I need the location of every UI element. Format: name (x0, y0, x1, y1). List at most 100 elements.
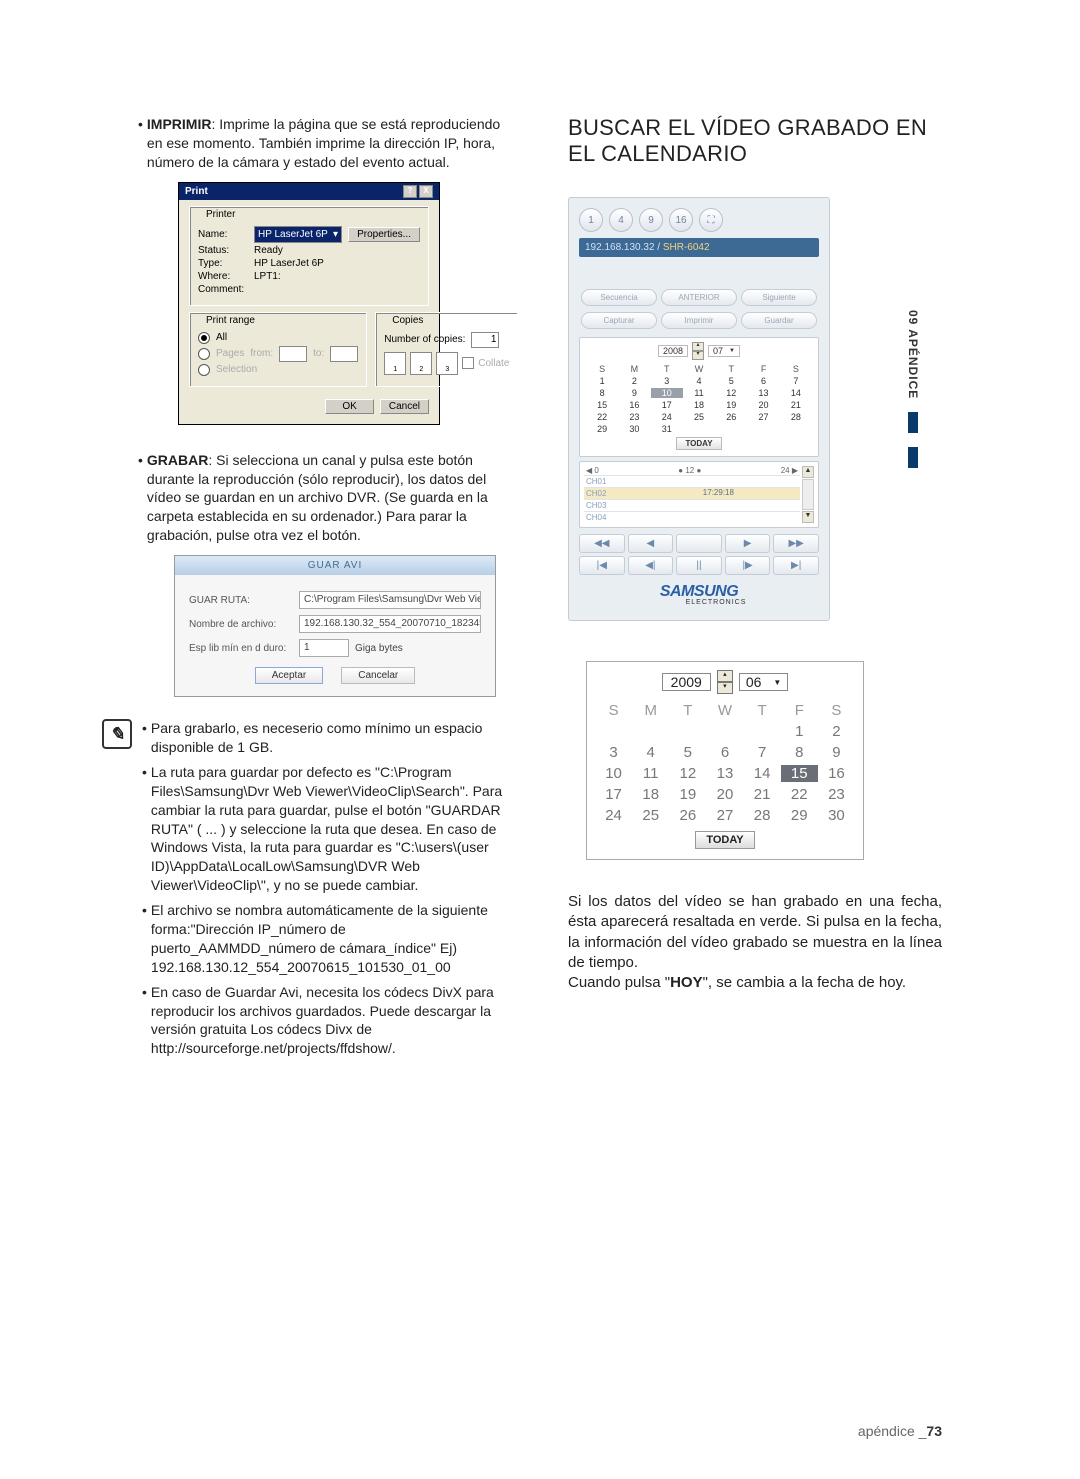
calendar-day[interactable]: 23 (818, 786, 855, 803)
selection-radio[interactable] (198, 364, 210, 376)
anterior-button[interactable]: ANTERIOR (661, 289, 737, 306)
calendar-day[interactable]: 11 (632, 765, 669, 782)
calendar-day[interactable]: 17 (651, 400, 683, 410)
cal2-year-spinner[interactable]: ▴▾ (717, 670, 733, 694)
calendar-day[interactable]: 27 (706, 807, 743, 824)
calendar-day[interactable]: 18 (632, 786, 669, 803)
calendar-day[interactable]: 8 (781, 744, 818, 761)
calendar-day[interactable]: 29 (586, 424, 618, 434)
calendar-day[interactable]: 16 (618, 400, 650, 410)
calendar-day[interactable]: 7 (744, 744, 781, 761)
step-fwd-button[interactable]: |▶ (725, 556, 771, 575)
scroll-up-icon[interactable]: ▲ (802, 466, 814, 478)
calendar-day[interactable]: 7 (780, 376, 812, 386)
calendar-day[interactable]: 22 (586, 412, 618, 422)
layout-4-button[interactable]: 4 (609, 208, 633, 232)
calendar-day[interactable]: 16 (818, 765, 855, 782)
calendar-day[interactable]: 25 (632, 807, 669, 824)
calendar-day[interactable]: 28 (744, 807, 781, 824)
calendar-day[interactable]: 13 (747, 388, 779, 398)
year-field[interactable]: 2008 (658, 345, 688, 357)
calendar-day[interactable]: 21 (780, 400, 812, 410)
calendar-day[interactable]: 2 (818, 723, 855, 740)
ruta-field[interactable]: C:\Program Files\Samsung\Dvr Web Viewer\… (299, 591, 481, 609)
calendar-day[interactable]: 4 (683, 376, 715, 386)
calendar-day[interactable]: 19 (715, 400, 747, 410)
calendar-day[interactable]: 12 (669, 765, 706, 782)
timeline-ch[interactable]: CH01 (584, 475, 800, 487)
cancelar-button[interactable]: Cancelar (341, 667, 415, 684)
calendar-day[interactable]: 22 (781, 786, 818, 803)
calendar-day[interactable]: 31 (651, 424, 683, 434)
calendar-day[interactable]: 10 (595, 765, 632, 782)
pause-button[interactable]: || (676, 556, 722, 575)
cal2-month-select[interactable]: 06▼ (739, 673, 789, 691)
calendar-day[interactable]: 20 (747, 400, 779, 410)
calendar-day[interactable]: 11 (683, 388, 715, 398)
printer-select[interactable]: HP LaserJet 6P▾ (254, 226, 342, 243)
help-icon[interactable]: ? (403, 185, 417, 198)
calendar-day[interactable]: 19 (669, 786, 706, 803)
play-button[interactable]: ▶ (725, 534, 771, 553)
timeline-go-left[interactable]: ◀ (586, 466, 592, 475)
calendar-day[interactable]: 15 (586, 400, 618, 410)
today-button[interactable]: TODAY (676, 437, 721, 450)
pages-radio[interactable] (198, 348, 210, 360)
layout-9-button[interactable]: 9 (639, 208, 663, 232)
calendar-day[interactable]: 5 (715, 376, 747, 386)
year-spinner[interactable]: ▴▾ (692, 342, 704, 360)
calendar-day[interactable]: 14 (780, 388, 812, 398)
play-back-button[interactable]: ◀ (628, 534, 674, 553)
properties-button[interactable]: Properties... (348, 227, 420, 242)
calendar-day[interactable]: 30 (818, 807, 855, 824)
calendar-day[interactable]: 8 (586, 388, 618, 398)
secuencia-button[interactable]: Secuencia (581, 289, 657, 306)
ok-button[interactable]: OK (325, 399, 373, 414)
calendar-day[interactable]: 25 (683, 412, 715, 422)
cal2-today-button[interactable]: TODAY (695, 831, 754, 849)
calendar-day[interactable]: 3 (651, 376, 683, 386)
skip-start-button[interactable]: |◀ (579, 556, 625, 575)
skip-end-button[interactable]: ▶| (773, 556, 819, 575)
month-select[interactable]: 07▼ (708, 345, 740, 357)
calendar-day[interactable]: 1 (586, 376, 618, 386)
timeline-ch[interactable]: CH02 (584, 487, 800, 499)
calendar-day[interactable]: 3 (595, 744, 632, 761)
calendar-day[interactable]: 26 (715, 412, 747, 422)
guardar-button[interactable]: Guardar (741, 312, 817, 329)
calendar-day[interactable]: 13 (706, 765, 743, 782)
siguiente-button[interactable]: Siguiente (741, 289, 817, 306)
copies-stepper[interactable]: 1 (471, 332, 499, 348)
layout-16-button[interactable]: 16 (669, 208, 693, 232)
calendar-day[interactable]: 18 (683, 400, 715, 410)
timeline-ch[interactable]: CH04 (584, 511, 800, 523)
calendar-day[interactable]: 30 (618, 424, 650, 434)
calendar-day[interactable]: 15 (781, 765, 818, 782)
stop-button[interactable] (676, 534, 722, 553)
step-back-button[interactable]: ◀| (628, 556, 674, 575)
calendar-day[interactable]: 4 (632, 744, 669, 761)
rewind-button[interactable]: ◀◀ (579, 534, 625, 553)
calendar-day[interactable]: 20 (706, 786, 743, 803)
archivo-field[interactable]: 192.168.130.32_554_20070710_182345_01_ (299, 615, 481, 633)
capturar-button[interactable]: Capturar (581, 312, 657, 329)
calendar-day[interactable]: 2 (618, 376, 650, 386)
calendar-day[interactable]: 9 (618, 388, 650, 398)
calendar-day[interactable]: 14 (744, 765, 781, 782)
cal2-year[interactable]: 2009 (662, 673, 711, 691)
calendar-day[interactable]: 6 (706, 744, 743, 761)
collate-checkbox[interactable] (462, 357, 474, 369)
aceptar-button[interactable]: Aceptar (255, 667, 323, 684)
calendar-day[interactable]: 6 (747, 376, 779, 386)
timeline-ch[interactable]: CH03 (584, 499, 800, 511)
calendar-day[interactable]: 26 (669, 807, 706, 824)
timeline-go-right[interactable]: ▶ (792, 466, 798, 475)
layout-1-button[interactable]: 1 (579, 208, 603, 232)
fastfwd-button[interactable]: ▶▶ (773, 534, 819, 553)
calendar-day[interactable]: 17 (595, 786, 632, 803)
calendar-day[interactable]: 28 (780, 412, 812, 422)
scroll-down-icon[interactable]: ▼ (802, 511, 814, 523)
calendar-day[interactable]: 10 (651, 388, 683, 398)
close-icon[interactable]: X (419, 185, 433, 198)
calendar-day[interactable]: 24 (595, 807, 632, 824)
